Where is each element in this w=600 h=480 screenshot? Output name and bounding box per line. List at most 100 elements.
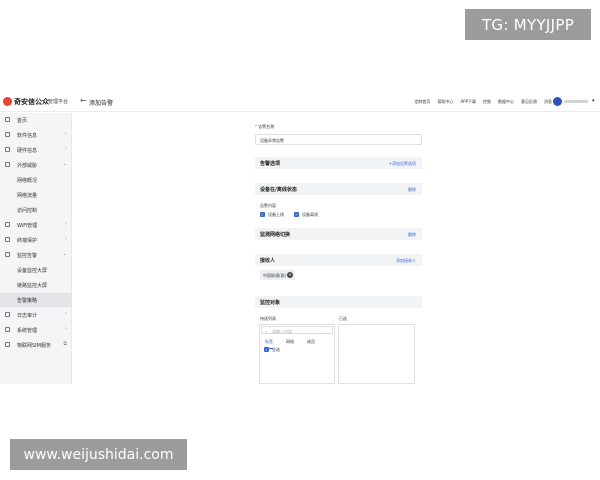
select-all-checkbox[interactable]: ✓ — [264, 347, 269, 352]
sidebar-item-endpoint[interactable]: 终端保护 › — [0, 233, 72, 247]
target-search-placeholder: 请输入内容 — [272, 329, 292, 334]
sidebar-item-label: 网络流量 — [17, 193, 38, 199]
log-icon — [5, 312, 10, 317]
top-nav-item[interactable]: 意见反馈 — [521, 99, 537, 105]
sidebar-item-network-overview[interactable]: 网络概况 — [0, 173, 72, 187]
hardware-icon — [5, 147, 10, 152]
sidebar-item-label: 链路监控大屏 — [17, 283, 48, 289]
tab-members[interactable]: 成员 — [307, 339, 315, 345]
sidebar-item-label: 告警策略 — [17, 298, 38, 304]
section-device-status: 设备在/离线状态 删除 — [255, 183, 422, 195]
chevron-right-icon: › — [65, 146, 67, 152]
sidebar-item-label: 终端保护 — [17, 238, 38, 244]
sidebar-item-system[interactable]: 系统管理 › — [0, 323, 72, 337]
sidebar-item-label: 日志审计 — [17, 313, 38, 319]
alert-name-label: * 告警名称 — [255, 124, 275, 129]
top-nav-item[interactable]: 帮助中心 — [437, 99, 453, 105]
shield-icon — [5, 162, 10, 167]
section-title: 监测网络切换 — [260, 232, 291, 238]
caret-down-icon[interactable]: ▾ — [592, 98, 595, 104]
sidebar-item-home[interactable]: 首页 — [0, 113, 72, 127]
delete-device-status-link[interactable]: 删除 — [408, 187, 416, 193]
sidebar-item-label: 首页 — [17, 118, 28, 124]
sidebar-item-access-control[interactable]: 访问控制 — [0, 203, 72, 217]
chevron-right-icon: › — [65, 131, 67, 137]
chevron-right-icon: › — [65, 311, 67, 317]
tab-network[interactable]: 网络 — [286, 339, 294, 345]
section-link-switch: 监测网络切换 删除 — [255, 228, 422, 240]
sidebar: 首页 软件信息 › 硬件信息 › 外部威胁 ⌄ 网络概况 网络流量 访问控制 W… — [0, 113, 72, 384]
chevron-right-icon: › — [65, 326, 67, 332]
add-alert-option-link[interactable]: +添加告警选项 — [389, 161, 416, 167]
receiver-tag: 中国联通(群) × — [260, 270, 295, 280]
chevron-down-icon: ⌄ — [62, 251, 67, 257]
top-nav: 定制首页 帮助中心 APP下载 控制 数据中心 意见反馈 消息 — [414, 99, 552, 105]
section-alert-options: 告警选项 +添加告警选项 — [255, 157, 422, 169]
select-all-label: 全选 — [272, 347, 280, 352]
top-nav-item[interactable]: 控制 — [483, 99, 491, 105]
sidebar-item-label: 软件信息 — [17, 133, 38, 139]
alert-name-value: 设备异常告警 — [260, 138, 284, 143]
sidebar-item-alert-policy[interactable]: 告警策略 — [0, 293, 72, 307]
avatar[interactable] — [553, 97, 562, 106]
alert-content-label: 告警内容 — [260, 203, 276, 208]
sidebar-item-link-screen[interactable]: 链路监控大屏 — [0, 278, 72, 292]
top-nav-item[interactable]: APP下载 — [460, 99, 476, 105]
section-title: 设备在/离线状态 — [260, 187, 297, 193]
brand-subtitle: 管理平台 — [48, 99, 69, 105]
sidebar-item-network-traffic[interactable]: 网络流量 — [0, 188, 72, 202]
sidebar-item-label: 访问控制 — [17, 208, 38, 214]
brand-name: 奇安信公众 — [14, 98, 49, 106]
sidebar-item-label: 网络概况 — [17, 178, 38, 184]
sidebar-item-log-audit[interactable]: 日志审计 › — [0, 308, 72, 322]
sidebar-item-label: WiFi管理 — [17, 223, 38, 229]
section-title: 监控对象 — [260, 300, 281, 306]
section-title: 接收人 — [260, 258, 276, 264]
sidebar-item-device-screen[interactable]: 设备监控大屏 — [0, 263, 72, 277]
receiver-tag-label: 中国联通(群) — [263, 273, 287, 278]
chevron-right-icon: › — [65, 221, 67, 227]
section-title: 告警选项 — [260, 161, 281, 167]
checkbox-online[interactable]: ✓ — [260, 212, 265, 217]
add-receiver-link[interactable]: 添加接收人 — [396, 258, 416, 264]
back-arrow-icon[interactable]: ← — [80, 96, 87, 105]
external-link-icon: ⧉ — [63, 341, 67, 347]
checkbox-offline[interactable]: ✓ — [294, 212, 299, 217]
top-nav-item[interactable]: 数据中心 — [498, 99, 514, 105]
user-name-blurred[interactable] — [564, 100, 588, 103]
tab-tags[interactable]: 标签 — [265, 339, 273, 345]
target-search-input[interactable]: ⌕ 请输入内容 — [261, 326, 333, 334]
selected-list-label: 已选 — [339, 316, 347, 321]
logo-icon — [3, 97, 12, 106]
chevron-right-icon: › — [65, 236, 67, 242]
sidebar-item-software[interactable]: 软件信息 › — [0, 128, 72, 142]
sidebar-item-threats[interactable]: 外部威胁 ⌄ — [0, 158, 72, 172]
close-icon[interactable]: × — [287, 272, 293, 278]
top-bar: 奇安信公众 管理平台 ← 添加告警 定制首页 帮助中心 APP下载 控制 数据中… — [0, 92, 600, 112]
sidebar-item-label: 设备监控大屏 — [17, 268, 48, 274]
sidebar-item-iot-sim[interactable]: 物联网SIM服务 ⧉ — [0, 338, 72, 352]
top-nav-item[interactable]: 定制首页 — [414, 99, 430, 105]
sidebar-item-label: 物联网SIM服务 — [17, 343, 51, 349]
sidebar-item-label: 监控告警 — [17, 253, 38, 259]
wifi-icon — [5, 222, 10, 227]
sidebar-item-label: 硬件信息 — [17, 148, 38, 154]
chevron-down-icon: ⌄ — [62, 161, 67, 167]
search-icon: ⌕ — [265, 329, 268, 334]
selected-list-panel — [338, 324, 415, 384]
section-targets: 监控对象 — [255, 296, 422, 308]
sidebar-item-monitoring[interactable]: 监控告警 ⌄ — [0, 248, 72, 262]
top-nav-item[interactable]: 消息 — [544, 99, 552, 105]
endpoint-icon — [5, 237, 10, 242]
sidebar-item-label: 外部威胁 — [17, 163, 38, 169]
checkbox-online-label: 设备上线 — [268, 212, 284, 217]
checkbox-offline-label: 设备离线 — [302, 212, 318, 217]
delete-link-switch-link[interactable]: 删除 — [408, 232, 416, 238]
candidate-list-label: 待选列表 — [260, 316, 276, 321]
home-icon — [5, 117, 10, 122]
watermark-bottom: www.weijushidai.com — [10, 439, 187, 470]
watermark-top: TG: MYYJJPP — [465, 9, 591, 40]
alert-name-input[interactable]: 设备异常告警 — [255, 134, 422, 145]
sidebar-item-wifi[interactable]: WiFi管理 › — [0, 218, 72, 232]
sidebar-item-hardware[interactable]: 硬件信息 › — [0, 143, 72, 157]
